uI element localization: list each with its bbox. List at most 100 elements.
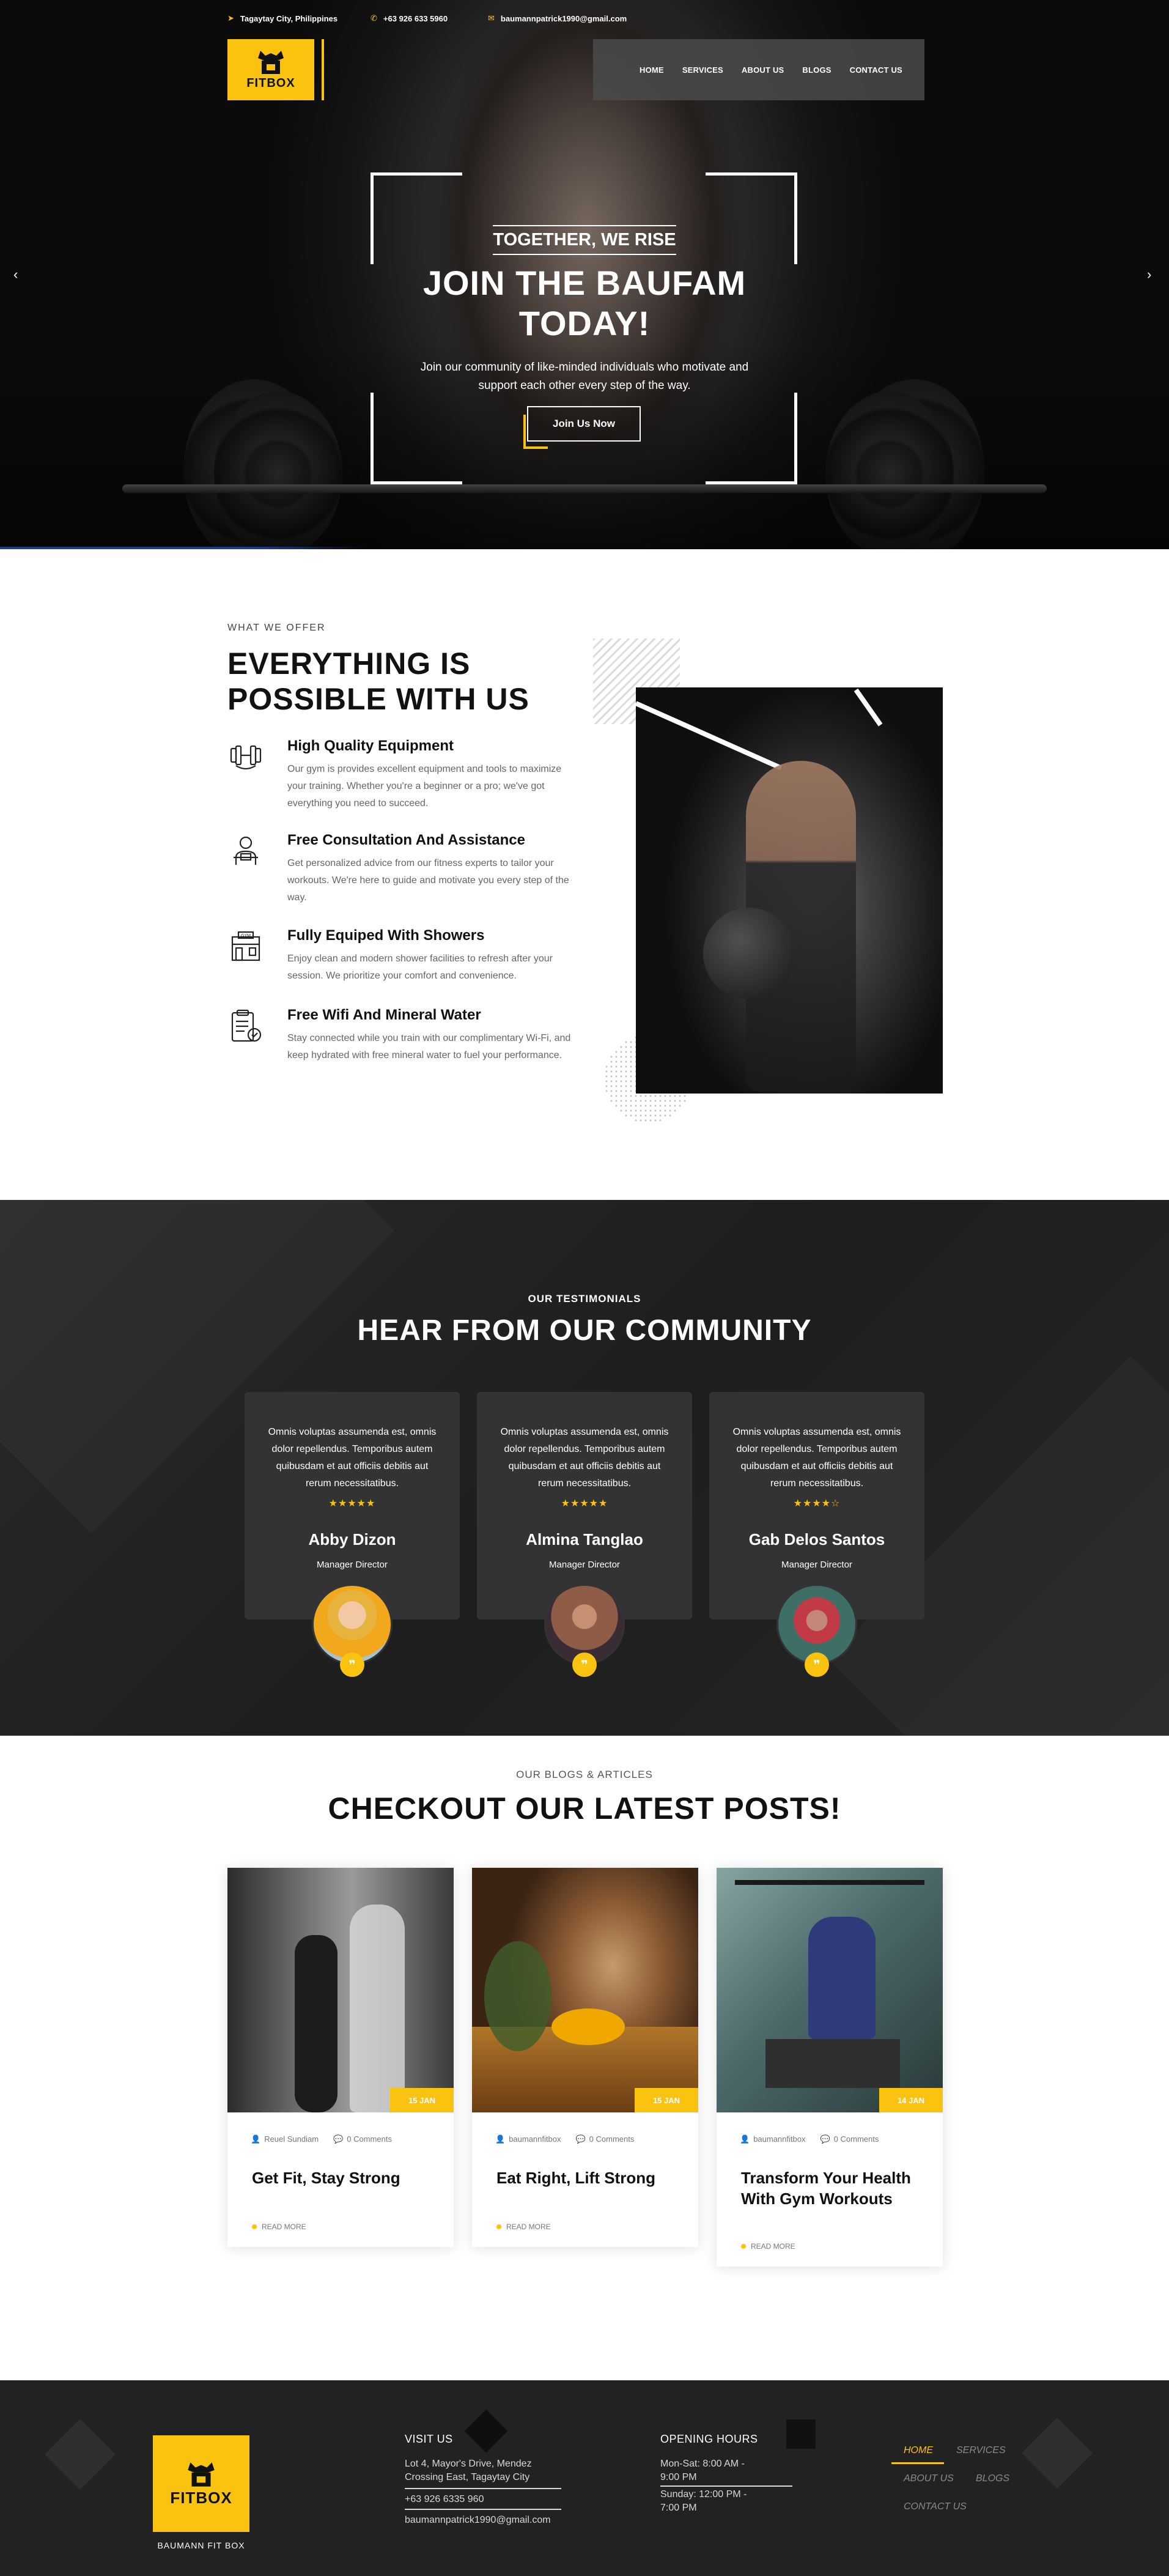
testimonial-card: Omnis voluptas assumenda est, omnis dolo… <box>477 1392 692 1677</box>
read-more-link[interactable]: READ MORE <box>496 2223 551 2231</box>
post-comments[interactable]: 💬 0 Comments <box>333 2134 392 2144</box>
post-comments[interactable]: 💬 0 Comments <box>820 2134 879 2144</box>
envelope-icon: ✉ <box>488 13 495 23</box>
footer-phone[interactable]: +63 926 6335 960 <box>405 2493 484 2506</box>
services-kicker: WHAT WE OFFER <box>227 623 326 633</box>
read-more-link[interactable]: READ MORE <box>741 2242 795 2251</box>
bullet-icon <box>252 2224 257 2229</box>
services-title: EVERYTHING IS POSSIBLE WITH US <box>227 646 529 716</box>
join-us-button[interactable]: Join Us Now <box>527 406 641 442</box>
active-underline <box>891 2462 944 2464</box>
comment-icon: 💬 <box>333 2134 344 2144</box>
logo-text: FITBOX <box>170 2488 232 2507</box>
testimonial-role: Manager Director <box>781 1560 852 1570</box>
post-author[interactable]: 👤 baumannfitbox <box>740 2134 805 2144</box>
service-desc: Get personalized advice from our fitness… <box>287 858 569 903</box>
post-title[interactable]: Transform Your Health With Gym Workouts <box>741 2167 924 2209</box>
blog-card[interactable]: 14 JAN 👤 baumannfitbox 💬 0 Comments Transf… <box>717 1868 943 2267</box>
post-author[interactable]: 👤 baumannfitbox <box>495 2134 561 2144</box>
hero-frame-corner <box>371 393 462 484</box>
user-icon: 👤 <box>740 2134 750 2144</box>
main-nav: HOME SERVICES ABOUT US BLOGS CONTACT US <box>593 39 924 100</box>
service-title: High Quality Equipment <box>287 738 454 754</box>
testimonials-section: OUR TESTIMONIALS HEAR FROM OUR COMMUNITY… <box>0 1200 1169 1736</box>
testimonial-role: Manager Director <box>317 1560 388 1570</box>
post-title[interactable]: Eat Right, Lift Strong <box>496 2167 680 2188</box>
footer-nav-about-us[interactable]: ABOUT US <box>904 2473 954 2484</box>
testimonials-title: HEAR FROM OUR COMMUNITY <box>357 1314 812 1347</box>
footer-nav-contact-us[interactable]: CONTACT US <box>904 2501 967 2512</box>
post-meta: 👤 Reuel Sundiam 💬 0 Comments <box>251 2134 392 2144</box>
top-info-bar: ➤ Tagaytay City, Philippines ✆ +63 926 6… <box>0 0 1169 39</box>
nav-home[interactable]: HOME <box>640 65 664 75</box>
blogs-kicker: OUR BLOGS & ARTICLES <box>516 1769 653 1780</box>
testimonial-name: Almina Tanglao <box>526 1530 643 1549</box>
post-date-badge: 15 JAN <box>390 2088 454 2112</box>
logo-box-icon <box>258 50 284 74</box>
service-desc: Our gym is provides excellent equipment … <box>287 764 562 809</box>
gym-woman-photo <box>636 687 943 1094</box>
footer-logo[interactable]: FITBOX <box>153 2435 249 2532</box>
slider-next-arrow-icon[interactable]: › <box>1147 267 1151 283</box>
slider-prev-arrow-icon[interactable]: ‹ <box>13 267 18 283</box>
post-author[interactable]: 👤 Reuel Sundiam <box>251 2134 319 2144</box>
blogs-title: CHECKOUT OUR LATEST POSTS! <box>328 1791 841 1826</box>
hours-weekday: Mon-Sat: 8:00 AM - 9:00 PM <box>660 2459 745 2482</box>
email-info[interactable]: ✉ baumannpatrick1990@gmail.com <box>488 13 627 23</box>
read-more-link[interactable]: READ MORE <box>252 2223 306 2231</box>
rating-stars: ★★★★☆ <box>793 1498 841 1509</box>
hero-frame-corner <box>706 393 797 484</box>
testimonial-name: Abby Dizon <box>308 1530 396 1549</box>
visit-heading: VISIT US <box>405 2433 453 2445</box>
testimonial-quote: Omnis voluptas assumenda est, omnis dolo… <box>500 1427 669 1489</box>
ceiling-light <box>636 701 783 771</box>
testimonial-quote: Omnis voluptas assumenda est, omnis dolo… <box>268 1427 437 1489</box>
food-bowl <box>551 2008 625 2045</box>
footer-nav-home[interactable]: HOME <box>904 2445 933 2456</box>
blog-image-workout[interactable]: 14 JAN <box>717 1868 943 2112</box>
hero-subtitle: Join our community of like-minded indivi… <box>420 361 749 392</box>
email-text[interactable]: baumannpatrick1990@gmail.com <box>501 14 627 23</box>
blog-image-boxing[interactable]: 15 JAN <box>227 1868 454 2112</box>
decor-diamond <box>464 2409 508 2453</box>
service-title: Free Consultation And Assistance <box>287 832 525 848</box>
post-date-badge: 14 JAN <box>879 2088 943 2112</box>
hero-frame-corner <box>706 172 797 264</box>
comment-icon: 💬 <box>575 2134 586 2144</box>
quote-icon: ❞ <box>572 1653 597 1677</box>
logo[interactable]: FITBOX <box>227 39 314 100</box>
location-arrow-icon: ➤ <box>227 13 234 23</box>
testimonial-quote: Omnis voluptas assumenda est, omnis dolo… <box>732 1427 901 1489</box>
nav-contact-us[interactable]: CONTACT US <box>850 65 902 75</box>
location-text: Tagaytay City, Philippines <box>240 13 338 23</box>
blog-card[interactable]: 15 JAN 👤 Reuel Sundiam 💬 0 Comments Get Fi… <box>227 1868 454 2247</box>
post-meta: 👤 baumannfitbox 💬 0 Comments <box>495 2134 634 2144</box>
footer-divider <box>405 2488 561 2489</box>
blog-image-eating[interactable]: 15 JAN <box>472 1868 698 2112</box>
punching-bag <box>295 1935 337 2112</box>
footer-email[interactable]: baumannpatrick1990@gmail.com <box>405 2514 551 2527</box>
ceiling-light <box>854 688 883 727</box>
nav-blogs[interactable]: BLOGS <box>802 65 831 75</box>
phone-info[interactable]: ✆ +63 926 633 5960 <box>371 13 448 23</box>
footer-nav-blogs[interactable]: BLOGS <box>976 2473 1009 2484</box>
nav-about-us[interactable]: ABOUT US <box>742 65 784 75</box>
footer-nav-services[interactable]: SERVICES <box>956 2445 1006 2456</box>
footer: FITBOX BAUMANN FIT BOX VISIT US Lot 4, M… <box>0 2380 1169 2576</box>
svg-text:GYM: GYM <box>241 934 251 938</box>
plant <box>484 1941 551 2051</box>
testimonial-role: Manager Director <box>549 1560 620 1570</box>
hero-frame-corner <box>371 172 462 264</box>
post-title[interactable]: Get Fit, Stay Strong <box>252 2167 435 2188</box>
phone-text[interactable]: +63 926 633 5960 <box>383 14 448 23</box>
location-info: ➤ Tagaytay City, Philippines <box>227 13 337 23</box>
machine-seat <box>765 2039 900 2088</box>
clipboard-icon <box>231 1009 262 1042</box>
post-comments[interactable]: 💬 0 Comments <box>575 2134 634 2144</box>
phone-icon: ✆ <box>371 13 377 23</box>
logo-text: FITBOX <box>246 76 295 90</box>
nav-services[interactable]: SERVICES <box>682 65 723 75</box>
bullet-icon <box>496 2224 501 2229</box>
blog-card[interactable]: 15 JAN 👤 baumannfitbox 💬 0 Comments Eat Ri… <box>472 1868 698 2247</box>
service-title: Free Wifi And Mineral Water <box>287 1007 481 1023</box>
